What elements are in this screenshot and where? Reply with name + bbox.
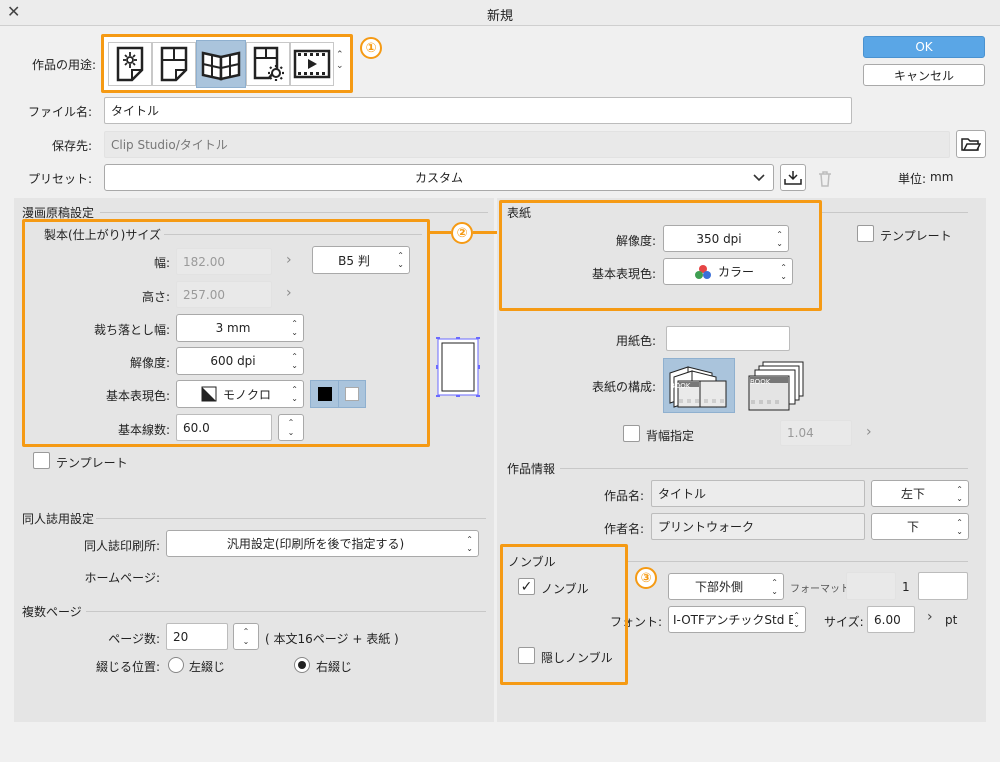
divider	[822, 212, 968, 213]
usage-label: 作品の用途:	[32, 58, 97, 72]
spine-width-field: 1.04	[780, 420, 852, 446]
cover-template-checkbox[interactable]	[857, 225, 874, 242]
folder-open-icon	[961, 138, 981, 151]
divider	[628, 561, 968, 562]
printer-dropdown[interactable]: 汎用設定(印刷所を後で指定する) ⌃ ⌄	[166, 530, 479, 557]
size-unit: pt	[945, 613, 958, 627]
left-binding-radio[interactable]	[168, 657, 184, 673]
save-path-label: 保存先:	[51, 139, 92, 153]
title-position-dropdown[interactable]: 左下 ⌃ ⌄	[871, 480, 969, 507]
format-suffix-field[interactable]	[918, 572, 968, 600]
preset-dropdown[interactable]: カスタム	[104, 164, 774, 191]
cover-layout-single[interactable]: BOOK	[743, 358, 809, 413]
page-preview	[436, 337, 480, 397]
new-document-dialog: ✕ 新規 OK キャンセル 作品の用途: ⌃ ⌄ ① ファイル名: タイトル 保存…	[0, 0, 1000, 762]
size-label: サイズ:	[824, 615, 864, 629]
filename-label: ファイル名:	[27, 105, 92, 119]
font-value: I-OTFアンチックStd B	[673, 613, 797, 627]
nombre-position-value: 下部外側	[694, 580, 743, 594]
spine-checkbox[interactable]	[623, 425, 640, 442]
format-prefix-field	[846, 572, 896, 600]
save-preset-button[interactable]	[780, 164, 806, 191]
paper-color-swatch[interactable]	[666, 326, 790, 351]
save-path-field: Clip Studio/タイトル	[104, 131, 950, 158]
preset-label: プリセット:	[27, 172, 92, 186]
cover-layout-spread[interactable]: BOOK	[663, 358, 735, 413]
book-text: BOOK	[750, 378, 771, 386]
up-down-icon: ⌃ ⌄	[956, 484, 963, 503]
unit-label: 単位:	[898, 172, 927, 186]
page-count-input[interactable]: 20	[166, 623, 228, 650]
callout-1: ①	[360, 37, 382, 59]
ok-button[interactable]: OK	[863, 36, 985, 58]
footer	[0, 738, 1000, 762]
page-count-stepper[interactable]: ⌃ ⌄	[233, 623, 259, 650]
cover-layout-label: 表紙の構成:	[591, 380, 656, 394]
title-bar: ✕ 新規	[0, 0, 1000, 26]
trash-icon	[819, 171, 831, 187]
up-down-icon: ⌃ ⌄	[466, 534, 473, 553]
work-title-input[interactable]: タイトル	[651, 480, 865, 507]
author-input[interactable]: プリントウォーク	[651, 513, 865, 540]
divider	[96, 518, 486, 519]
format-label: フォーマット	[790, 584, 850, 595]
author-position-dropdown[interactable]: 下 ⌃ ⌄	[871, 513, 969, 540]
preset-value: カスタム	[414, 171, 463, 185]
spine-label: 背幅指定	[646, 429, 695, 443]
work-title-label: 作品名:	[603, 489, 644, 503]
up-down-icon: ⌃ ⌄	[956, 517, 963, 536]
homepage-label: ホームページ:	[84, 571, 160, 585]
work-info-heading: 作品情報	[507, 462, 556, 476]
author-position-value: 下	[906, 520, 919, 534]
up-down-icon: ⌃ ⌄	[771, 577, 778, 596]
chevron-down-icon	[753, 174, 765, 182]
binding-label: 綴じる位置:	[95, 660, 160, 674]
left-binding-label: 左綴じ	[189, 660, 226, 674]
window-title: 新規	[486, 9, 513, 24]
printer-label: 同人誌印刷所:	[83, 539, 160, 553]
unit-value: mm	[930, 170, 954, 184]
browse-folder-button[interactable]	[956, 130, 986, 158]
page-count-label: ページ数:	[108, 632, 160, 646]
callout-3: ③	[635, 567, 657, 589]
callout-2: ②	[451, 222, 473, 244]
callout-box-2b	[499, 200, 822, 311]
page-count-note: ( 本文16ページ + 表紙 )	[265, 632, 399, 646]
title-position-value: 左下	[900, 487, 925, 501]
divider	[560, 468, 968, 469]
callout-connector	[430, 231, 451, 234]
divider	[86, 611, 486, 612]
chevron-right-icon: ›	[927, 609, 933, 625]
right-binding-label: 右綴じ	[316, 660, 353, 674]
doujin-heading: 同人誌用設定	[22, 512, 95, 526]
nombre-position-dropdown[interactable]: 下部外側 ⌃ ⌄	[668, 573, 784, 600]
chevron-right-icon: ›	[866, 424, 872, 440]
paper-color-label: 用紙色:	[615, 334, 656, 348]
right-binding-radio[interactable]	[294, 657, 310, 673]
cover-template-label: テンプレート	[880, 229, 952, 243]
book-text: BOOK	[670, 382, 691, 390]
size-input[interactable]: 6.00	[867, 606, 915, 633]
manga-template-label: テンプレート	[56, 456, 128, 470]
cancel-button[interactable]: キャンセル	[863, 64, 985, 86]
filename-input[interactable]: タイトル	[104, 97, 852, 124]
printer-value: 汎用設定(印刷所を後で指定する)	[226, 537, 405, 551]
callout-box-1	[101, 34, 353, 93]
delete-preset-button[interactable]	[814, 168, 836, 190]
up-down-icon: ⌃ ⌄	[793, 610, 800, 629]
multi-page-heading: 複数ページ	[22, 605, 82, 619]
callout-box-2	[22, 219, 430, 447]
callout-box-3	[500, 544, 628, 685]
author-label: 作者名:	[603, 522, 644, 536]
font-dropdown[interactable]: I-OTFアンチックStd B ⌃ ⌄	[668, 606, 806, 633]
format-number: 1	[902, 580, 910, 594]
manga-template-checkbox[interactable]	[33, 452, 50, 469]
divider	[100, 212, 488, 213]
save-preset-icon	[784, 170, 802, 185]
